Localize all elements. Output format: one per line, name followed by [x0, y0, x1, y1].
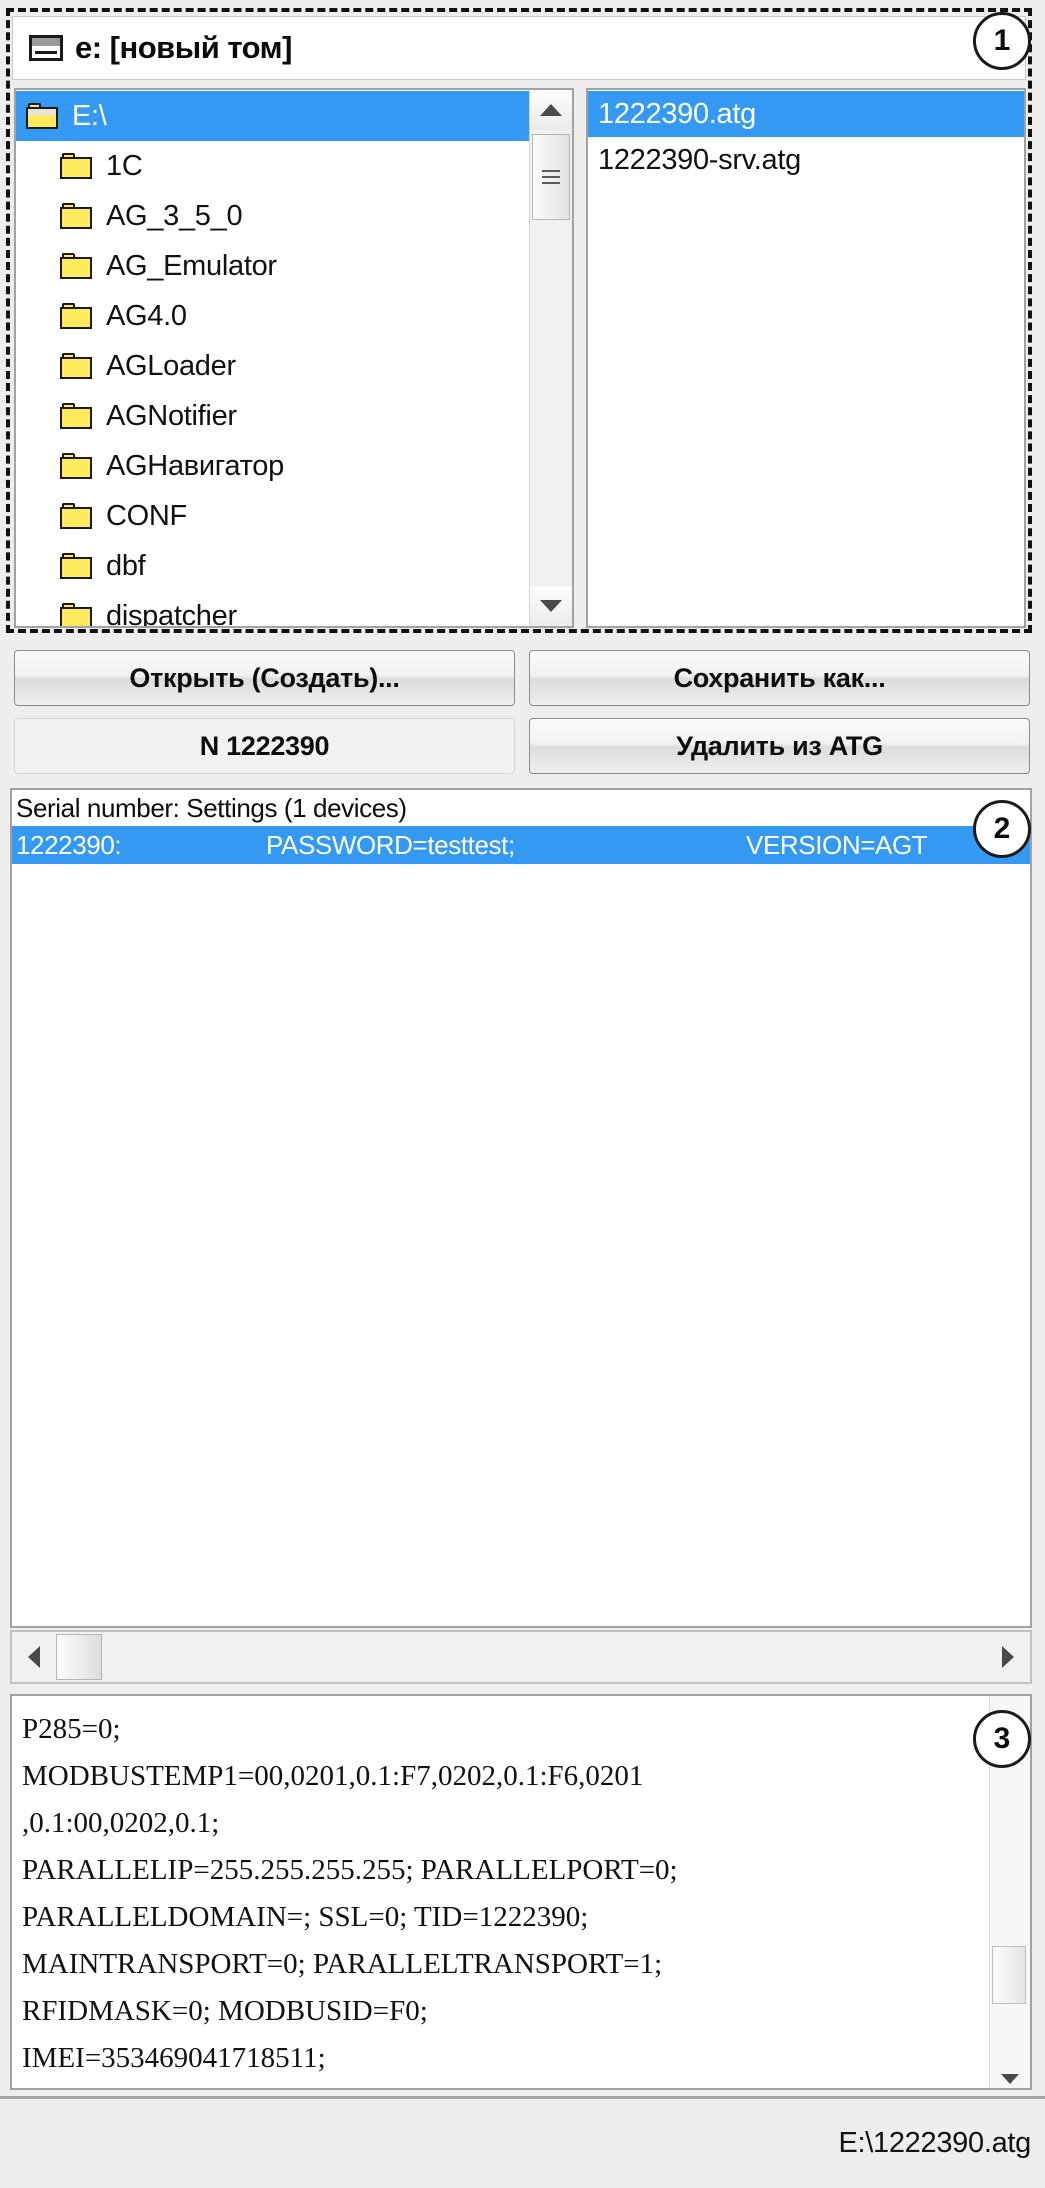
file-list-item[interactable]: 1222390.atg	[588, 91, 1024, 137]
delete-from-atg-button[interactable]: Удалить из ATG	[529, 718, 1030, 774]
tree-item-label: AGNotifier	[106, 399, 237, 432]
tree-item-label: E:\	[72, 99, 107, 132]
tree-item-label: AG_3_5_0	[106, 199, 243, 232]
scroll-down-button[interactable]	[990, 2074, 1030, 2084]
window-titlebar: e: [новый том]	[12, 16, 1026, 80]
chevron-right-icon	[1002, 1646, 1014, 1668]
tree-item[interactable]: 1C	[16, 141, 529, 191]
tree-item-label: 1C	[106, 149, 143, 182]
folder-icon	[60, 153, 92, 179]
settings-version-cell: VERSION=AGT	[746, 829, 928, 860]
scrollbar-thumb[interactable]	[532, 134, 570, 220]
tree-item[interactable]: CONF	[16, 491, 529, 541]
settings-horizontal-scrollbar[interactable]	[10, 1630, 1032, 1684]
tree-item-label: AG_Emulator	[106, 249, 277, 282]
save-as-button[interactable]: Сохранить как...	[529, 650, 1030, 706]
tree-item[interactable]: AGNotifier	[16, 391, 529, 441]
folder-icon	[60, 553, 92, 579]
tree-item-label: dbf	[106, 549, 146, 582]
scrollbar-thumb[interactable]	[992, 1946, 1026, 2004]
atg-configurator-window: 1 2 3 e: [новый том] E:\ 1C AG_3_5_0 AG_…	[0, 0, 1045, 2188]
status-bar: E:\1222390.atg	[0, 2096, 1045, 2188]
folder-icon	[60, 303, 92, 329]
folder-icon	[60, 403, 92, 429]
tree-item[interactable]: AG_3_5_0	[16, 191, 529, 241]
open-create-button[interactable]: Открыть (Создать)...	[14, 650, 515, 706]
tree-vertical-scrollbar[interactable]	[529, 90, 572, 626]
action-button-row-top: Открыть (Создать)... Сохранить как...	[14, 650, 1030, 706]
settings-password-cell: PASSWORD=testtest;	[266, 829, 515, 860]
tree-item-label: AGНавигатор	[106, 449, 284, 482]
settings-list-panel[interactable]: Serial number: Settings (1 devices) 1222…	[10, 788, 1032, 1628]
config-text-panel[interactable]: P285=0; MODBUSTEMP1=00,0201,0.1:F7,0202,…	[10, 1694, 1032, 2090]
chevron-left-icon	[28, 1646, 40, 1668]
directory-tree-list[interactable]: E:\ 1C AG_3_5_0 AG_Emulator AG4.0 AGLoad…	[16, 90, 529, 626]
tree-item[interactable]: dispatcher	[16, 591, 529, 626]
tree-item-root[interactable]: E:\	[16, 91, 529, 141]
status-bar-path: E:\1222390.atg	[838, 2127, 1031, 2159]
tree-item[interactable]: AGНавигатор	[16, 441, 529, 491]
tree-item[interactable]: AGLoader	[16, 341, 529, 391]
tree-item-label: AG4.0	[106, 299, 187, 332]
scroll-up-button[interactable]	[530, 90, 572, 130]
folder-icon	[60, 503, 92, 529]
scroll-right-button[interactable]	[986, 1632, 1030, 1682]
callout-marker-3: 3	[973, 1710, 1031, 1768]
action-button-row-bottom: N 1222390 Удалить из ATG	[14, 718, 1030, 774]
scroll-left-button[interactable]	[12, 1632, 56, 1682]
chevron-down-icon	[1001, 2074, 1019, 2084]
tree-item[interactable]: AG4.0	[16, 291, 529, 341]
callout-marker-1: 1	[973, 12, 1031, 70]
directory-tree-panel[interactable]: E:\ 1C AG_3_5_0 AG_Emulator AG4.0 AGLoad…	[14, 88, 574, 628]
settings-list-header: Serial number: Settings (1 devices)	[16, 792, 407, 823]
folder-icon	[60, 203, 92, 229]
settings-list-row[interactable]: 1222390: PASSWORD=testtest; VERSION=AGT	[12, 826, 1030, 864]
folder-icon	[60, 353, 92, 379]
open-folder-icon	[26, 103, 58, 129]
callout-marker-2: 2	[973, 800, 1031, 858]
chevron-up-icon	[540, 104, 562, 116]
folder-icon	[60, 603, 92, 626]
drive-icon	[29, 35, 63, 61]
file-list-item[interactable]: 1222390-srv.atg	[588, 137, 1024, 183]
tree-item-label: dispatcher	[106, 599, 237, 627]
tree-item[interactable]: AG_Emulator	[16, 241, 529, 291]
config-text-content[interactable]: P285=0; MODBUSTEMP1=00,0201,0.1:F7,0202,…	[12, 1696, 989, 2088]
tree-item[interactable]: dbf	[16, 541, 529, 591]
serial-number-display: N 1222390	[14, 718, 515, 774]
tree-item-label: AGLoader	[106, 349, 236, 382]
scroll-down-button[interactable]	[530, 586, 572, 626]
folder-icon	[60, 453, 92, 479]
tree-item-label: CONF	[106, 499, 187, 532]
settings-serial-cell: 1222390:	[16, 829, 122, 860]
folder-icon	[60, 253, 92, 279]
scrollbar-thumb-horizontal[interactable]	[56, 1634, 102, 1680]
page-title: e: [новый том]	[75, 30, 292, 65]
file-list-panel[interactable]: 1222390.atg 1222390-srv.atg	[586, 88, 1026, 628]
chevron-down-icon	[540, 600, 562, 612]
